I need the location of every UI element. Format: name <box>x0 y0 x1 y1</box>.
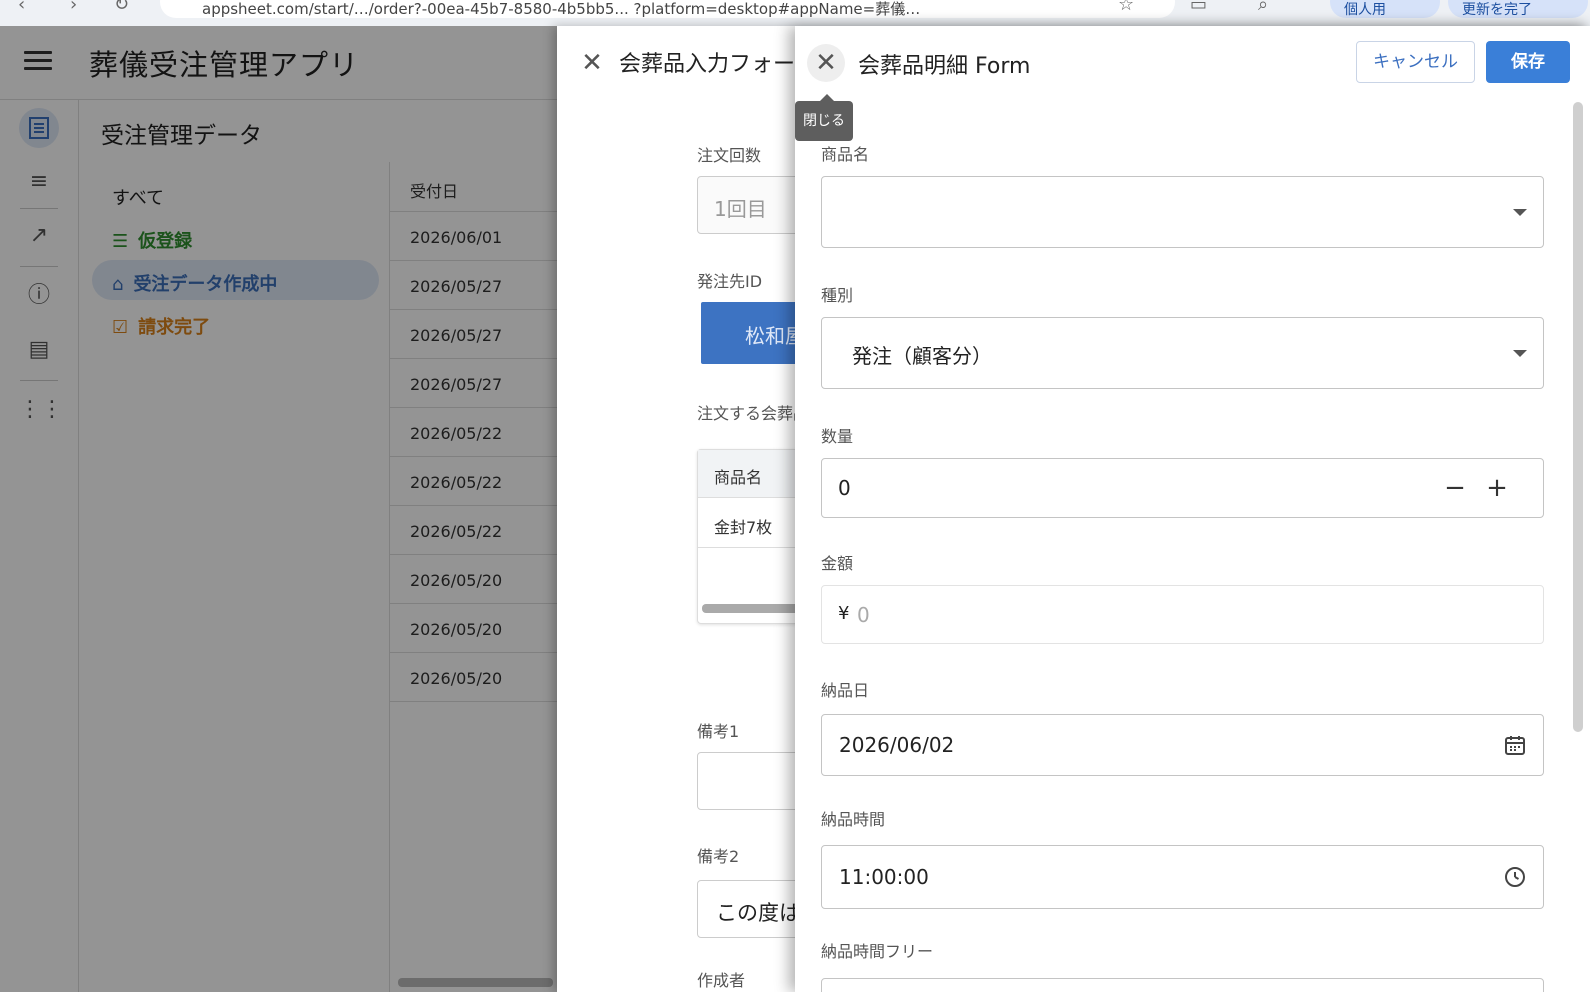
detail-form-panel: ✕ 会葬品明細 Form キャンセル 保存 閉じる 商品名 種別 発注（顧客分）… <box>795 26 1590 992</box>
minus-icon[interactable]: − <box>1442 475 1468 501</box>
time-value: 11:00:00 <box>839 865 929 889</box>
product-select[interactable] <box>821 176 1544 248</box>
reload-icon[interactable]: ↻ <box>114 0 129 15</box>
vertical-scrollbar[interactable] <box>1573 102 1583 732</box>
amount-field[interactable]: ¥ 0 <box>821 585 1544 644</box>
quantity-stepper[interactable]: 0 − + <box>821 458 1544 518</box>
profile-chip[interactable]: 個人用 <box>1330 0 1440 18</box>
detail-form-title: 会葬品明細 Form <box>858 54 1031 79</box>
amount-label: 金額 <box>821 554 854 573</box>
quantity-value: 0 <box>838 476 851 500</box>
update-button[interactable]: 更新を完了 <box>1448 0 1588 18</box>
count-label: 注文回数 <box>697 146 762 165</box>
forward-arrow-icon[interactable]: › <box>70 0 77 15</box>
note1-label: 備考1 <box>697 722 740 741</box>
date-label: 納品日 <box>821 681 870 700</box>
free-time-field[interactable] <box>821 978 1544 992</box>
back-arrow-icon[interactable]: ‹ <box>18 0 25 15</box>
amount-placeholder: 0 <box>857 603 870 627</box>
time-label: 納品時間 <box>821 810 886 829</box>
browser-toolbar: ‹ › ↻ appsheet.com/start/…/order?-00ea-4… <box>0 0 1590 26</box>
dropdown-caret-icon <box>1513 209 1527 216</box>
close-icon[interactable]: ✕ <box>807 44 845 82</box>
date-value: 2026/06/02 <box>839 733 955 757</box>
type-select[interactable]: 発注（顧客分） <box>821 317 1544 389</box>
note2-label: 備考2 <box>697 847 740 866</box>
bookmark-star-icon[interactable]: ☆ <box>1118 0 1134 15</box>
screen: ‹ › ↻ appsheet.com/start/…/order?-00ea-4… <box>0 0 1590 992</box>
cast-icon[interactable]: ▭ <box>1190 0 1207 15</box>
search-tab-icon[interactable]: ⌕ <box>1258 0 1268 15</box>
currency-symbol: ¥ <box>838 603 850 624</box>
cancel-button[interactable]: キャンセル <box>1356 41 1475 83</box>
dropdown-caret-icon <box>1513 350 1527 357</box>
order-form-title: 会葬品入力フォーム <box>619 52 817 77</box>
close-icon[interactable]: ✕ <box>577 48 607 78</box>
type-label: 種別 <box>821 286 854 305</box>
delivery-time-field[interactable]: 11:00:00 <box>821 845 1544 909</box>
quantity-label: 数量 <box>821 427 854 446</box>
address-bar[interactable]: appsheet.com/start/…/order?-00ea-45b7-85… <box>160 0 1175 18</box>
product-label: 商品名 <box>821 145 870 164</box>
calendar-icon[interactable] <box>1503 733 1527 757</box>
clock-icon[interactable] <box>1503 865 1527 889</box>
vendor-label: 発注先ID <box>697 272 763 291</box>
close-tooltip: 閉じる <box>795 101 853 141</box>
plus-icon[interactable]: + <box>1484 475 1510 501</box>
save-button[interactable]: 保存 <box>1486 41 1570 83</box>
items-label: 注文する会葬品 <box>697 404 810 423</box>
free-time-label: 納品時間フリー <box>821 942 934 961</box>
delivery-date-field[interactable]: 2026/06/02 <box>821 714 1544 776</box>
type-value: 発注（顧客分） <box>852 344 992 368</box>
author-label: 作成者 <box>697 971 746 990</box>
